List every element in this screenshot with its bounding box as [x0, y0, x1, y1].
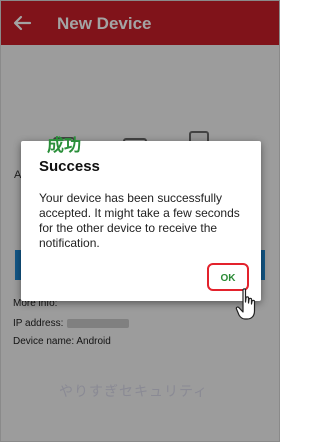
dialog-title: Success	[39, 158, 100, 175]
ok-button-label: OK	[220, 273, 236, 284]
screen-frame: New Device A More info: IP address: Devi…	[0, 0, 280, 442]
success-dialog: Success Your device has been successfull…	[21, 141, 261, 301]
hand-cursor-icon	[235, 288, 256, 320]
annotation-label: 成功	[47, 136, 81, 155]
dialog-message: Your device has been successfully accept…	[39, 191, 240, 250]
